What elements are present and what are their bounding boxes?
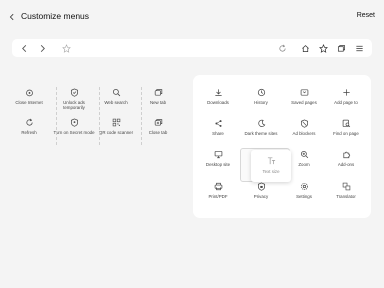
desktop-icon xyxy=(214,150,223,159)
refresh-icon xyxy=(25,118,34,127)
back-button[interactable] xyxy=(6,11,18,23)
menu-item-label: Desktop site xyxy=(205,162,231,167)
available-item-label: New tab xyxy=(149,100,167,105)
toolbar-tabs[interactable] xyxy=(336,43,346,53)
dragging-item-label: Text size xyxy=(262,169,280,174)
toolbar-preview xyxy=(12,39,372,57)
menu-item[interactable]: Add page to xyxy=(324,88,368,118)
available-item-label: Web search xyxy=(104,100,128,105)
saved-pages-icon xyxy=(300,88,309,97)
dragging-item-text-size[interactable]: Text size xyxy=(251,150,291,182)
toolbar-bookmarks[interactable] xyxy=(318,43,328,53)
menu-item[interactable]: Print/PDF xyxy=(196,182,240,212)
available-item[interactable]: Refresh xyxy=(7,118,51,148)
column-divider xyxy=(56,87,57,145)
download-icon xyxy=(214,88,223,97)
back-arrow-icon xyxy=(21,44,26,52)
available-item[interactable]: QR code scanner xyxy=(94,118,138,148)
share-icon xyxy=(214,119,223,128)
column-divider xyxy=(99,87,100,145)
available-item-label: Refresh xyxy=(21,130,37,135)
menu-item-label: Saved pages xyxy=(291,100,317,105)
print-icon xyxy=(214,182,223,191)
menu-item[interactable]: Privacy xyxy=(239,182,283,212)
bookmarks-icon xyxy=(318,43,328,53)
toolbar-back[interactable] xyxy=(19,43,29,53)
available-item-label: QR code scanner xyxy=(98,130,134,135)
available-item-label: Turn on Secret mode xyxy=(53,130,95,135)
translator-icon xyxy=(342,182,351,191)
toolbar-home[interactable] xyxy=(300,43,310,53)
menu-item-label: Privacy xyxy=(253,194,269,199)
available-item[interactable]: Close tab xyxy=(136,118,180,148)
addons-icon xyxy=(342,150,351,159)
power-icon xyxy=(25,88,34,97)
text-size-icon xyxy=(267,156,276,165)
menu-item-label: History xyxy=(254,100,268,105)
search-icon xyxy=(112,88,121,97)
home-icon xyxy=(301,44,309,52)
menu-item-label: Share xyxy=(212,131,224,136)
column-divider xyxy=(141,87,142,145)
back-arrow-icon xyxy=(9,13,14,21)
plus-icon xyxy=(342,88,351,97)
available-item[interactable]: Web search xyxy=(94,88,138,118)
menu-item[interactable]: Translator xyxy=(324,182,368,212)
menu-item-label: Dark theme sites xyxy=(244,131,278,136)
menu-item[interactable]: Find on page xyxy=(324,119,368,149)
menu-item-label: Downloads xyxy=(207,100,229,105)
new-tab-icon xyxy=(154,88,163,97)
menu-item[interactable]: Saved pages xyxy=(282,88,326,118)
toolbar-bookmark[interactable] xyxy=(61,43,71,53)
available-item[interactable]: Turn on Secret mode xyxy=(52,118,96,148)
available-item-label: Close Internet xyxy=(15,100,43,105)
ad-blocker-icon xyxy=(300,119,309,128)
privacy-icon xyxy=(257,182,266,191)
forward-arrow-icon xyxy=(40,44,45,52)
menu-item-label: Translator xyxy=(336,194,356,199)
menu-item[interactable]: Settings xyxy=(282,182,326,212)
toolbar-menu[interactable] xyxy=(354,43,364,53)
toolbar-reload[interactable] xyxy=(277,43,287,53)
moon-icon xyxy=(257,119,266,128)
menu-item[interactable]: Add-ons xyxy=(324,150,368,180)
qr-icon xyxy=(112,118,121,127)
available-item-label: Unlock ads temporarily xyxy=(63,100,85,111)
available-item[interactable]: Close Internet xyxy=(7,88,51,118)
bookmark-star-icon xyxy=(61,43,71,53)
history-icon xyxy=(257,88,266,97)
menu-item[interactable]: Ad blockers xyxy=(282,119,326,149)
menu-item[interactable]: Downloads xyxy=(196,88,240,118)
zoom-icon xyxy=(300,150,309,159)
menu-item[interactable]: History xyxy=(239,88,283,118)
header: Customize menus Reset xyxy=(0,0,384,34)
available-item[interactable]: Unlock ads temporarily xyxy=(52,88,96,118)
page-title: Customize menus xyxy=(21,11,90,21)
shield-icon xyxy=(70,88,79,97)
available-item-label: Close tab xyxy=(148,130,168,135)
find-icon xyxy=(342,119,351,128)
menu-icon xyxy=(355,45,363,51)
menu-item-label: Add page to xyxy=(334,100,358,105)
reset-button[interactable]: Reset xyxy=(357,12,375,19)
menu-item-label: Add-ons xyxy=(337,162,355,167)
menu-item[interactable]: Desktop site xyxy=(196,150,240,180)
menu-item[interactable]: Dark theme sites xyxy=(239,119,283,149)
toolbar-forward[interactable] xyxy=(37,43,47,53)
reload-icon xyxy=(278,44,286,52)
settings-icon xyxy=(300,182,309,191)
close-tab-icon xyxy=(154,118,163,127)
tabs-icon xyxy=(337,44,345,52)
available-item[interactable]: New tab xyxy=(136,88,180,118)
menu-item-label: Settings xyxy=(296,194,312,199)
secret-mode-icon xyxy=(70,118,79,127)
menu-item[interactable]: Share xyxy=(196,119,240,149)
menu-item-label: Print/PDF xyxy=(208,194,228,199)
menu-item-label: Find on page xyxy=(333,131,359,136)
menu-item-label: Ad blockers xyxy=(292,131,316,136)
